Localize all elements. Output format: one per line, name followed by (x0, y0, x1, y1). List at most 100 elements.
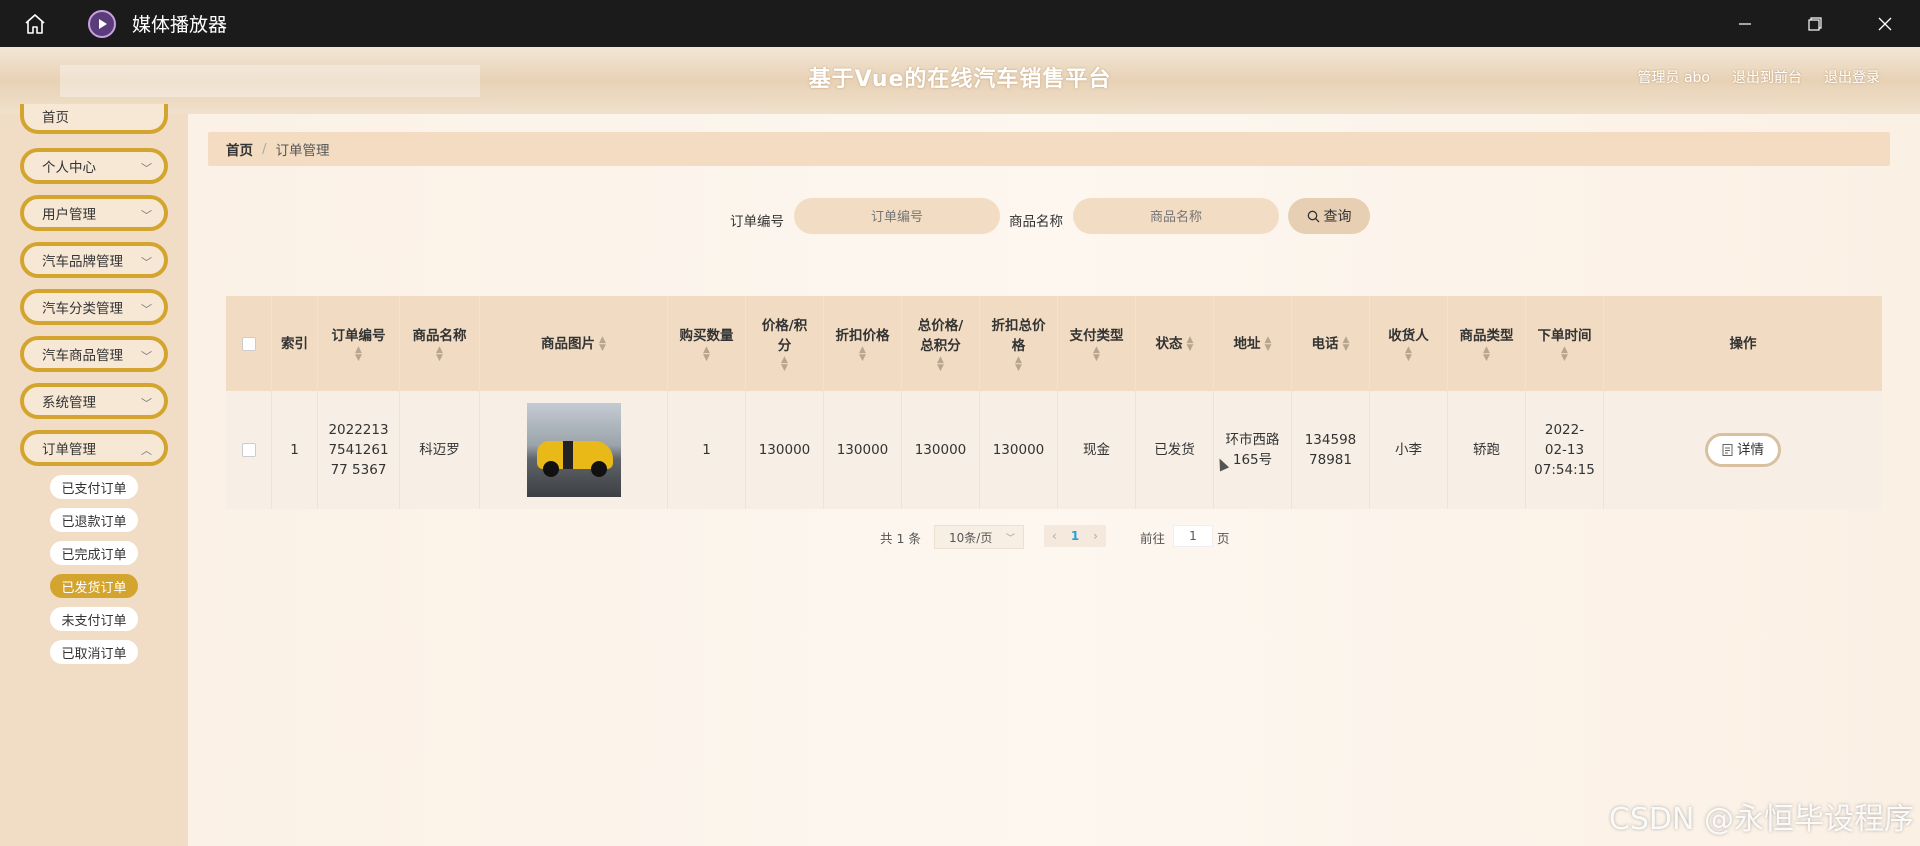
page-unit-label: 页 (1217, 531, 1230, 546)
breadcrumb-current: 订单管理 (275, 143, 330, 159)
cell-discount-price: 130000 (824, 391, 902, 509)
sidebar-item-category-management[interactable]: 汽车分类管理 ﹀ (20, 289, 168, 325)
sidebar-item-user-management[interactable]: 用户管理 ﹀ (20, 195, 168, 231)
sidebar-item-system-management[interactable]: 系统管理 ﹀ (20, 383, 168, 419)
minimize-button[interactable] (1710, 0, 1780, 47)
sort-icon[interactable]: ▲ ▼ (859, 345, 866, 362)
header-receiver[interactable]: 收货人 ▲ ▼ (1370, 296, 1448, 391)
header-status[interactable]: 状态 ▲ ▼ (1136, 296, 1214, 391)
header-label: 电话 (1311, 335, 1339, 352)
header-label: 商品类型 (1459, 327, 1514, 344)
chevron-down-icon: ﹀ (141, 397, 152, 410)
sidebar-item-product-management[interactable]: 汽车商品管理 ﹀ (20, 336, 168, 372)
cell-receiver: 小李 (1370, 391, 1448, 509)
header-order-no[interactable]: 订单编号 ▲ ▼ (318, 296, 400, 391)
sidebar-item-label: 汽车分类管理 (42, 301, 123, 317)
product-name-input[interactable] (1073, 198, 1279, 234)
header-total[interactable]: 总价格/总积分 ▲ ▼ (902, 296, 980, 391)
table-header: 索引 订单编号 ▲ ▼ 商品名称 ▲ ▼ 商品图片 ▲ ▼ 购买数量 ▲ ▼ 价格/积分 ▲ ▼ 折… (226, 296, 1882, 391)
home-button[interactable] (0, 0, 70, 47)
sort-icon[interactable]: ▲ ▼ (1093, 345, 1100, 362)
chevron-down-icon: ﹀ (141, 256, 152, 269)
current-page[interactable]: 1 (1071, 529, 1079, 543)
header-index: 索引 (272, 296, 318, 391)
restore-button[interactable] (1780, 0, 1850, 47)
sidebar-item-label: 用户管理 (42, 207, 96, 223)
search-icon (1307, 210, 1319, 222)
chevron-down-icon: ﹀ (141, 303, 152, 316)
submenu-unpaid-orders[interactable]: 未支付订单 (50, 607, 138, 631)
submenu-completed-orders[interactable]: 已完成订单 (50, 541, 138, 565)
sort-icon[interactable]: ▲ ▼ (703, 345, 710, 362)
sort-icon[interactable]: ▲ ▼ (1265, 335, 1272, 352)
sort-icon[interactable]: ▲ ▼ (1187, 335, 1194, 352)
page-size-select[interactable]: 10条/页 ﹀ (934, 525, 1024, 549)
submenu-refunded-orders[interactable]: 已退款订单 (50, 508, 138, 532)
prev-page-icon[interactable]: ‹ (1052, 529, 1057, 543)
sidebar-item-label: 个人中心 (42, 160, 96, 176)
order-no-label: 订单编号 (730, 214, 784, 230)
cell-order-no: 2022213754126177 5367 (318, 391, 400, 509)
sidebar-item-label: 汽车品牌管理 (42, 254, 123, 270)
logout-link[interactable]: 退出登录 (1824, 67, 1880, 87)
app-title: 基于Vue的在线汽车销售平台 (808, 67, 1112, 92)
watermark: CSDN @永恒毕设程序 (1608, 802, 1914, 837)
header-price[interactable]: 价格/积分 ▲ ▼ (746, 296, 824, 391)
cell-price: 130000 (746, 391, 824, 509)
row-checkbox[interactable] (241, 443, 256, 457)
sidebar-item-personal-center[interactable]: 个人中心 ﹀ (20, 148, 168, 184)
header-label: 折扣总价格 (991, 317, 1046, 354)
sort-icon[interactable]: ▲ ▼ (781, 355, 788, 372)
header-label: 商品图片 (541, 335, 596, 352)
submenu-cancelled-orders[interactable]: 已取消订单 (50, 640, 138, 664)
search-button-label: 查询 (1323, 209, 1352, 225)
header-product-image[interactable]: 商品图片 ▲ ▼ (480, 296, 668, 391)
header-actions: 操作 (1604, 296, 1882, 391)
search-button[interactable]: 查询 (1288, 198, 1370, 234)
table-row[interactable]: 1 2022213754126177 5367 科迈罗 1 130000 130… (226, 391, 1882, 509)
sidebar-item-order-management[interactable]: 订单管理 ︿ (20, 430, 168, 466)
close-button[interactable] (1850, 0, 1920, 47)
back-to-front-link[interactable]: 退出到前台 (1732, 67, 1802, 87)
sort-icon[interactable]: ▲ ▼ (1343, 335, 1350, 352)
header-discount-price[interactable]: 折扣价格 ▲ ▼ (824, 296, 902, 391)
sidebar: 首页 个人中心 ﹀ 用户管理 ﹀ 汽车品牌管理 ﹀ 汽车分类管理 ﹀ 汽车商品管… (0, 104, 188, 846)
cell-status: 已发货 (1136, 391, 1214, 509)
sidebar-item-home[interactable]: 首页 (20, 104, 168, 134)
sort-icon[interactable]: ▲ ▼ (355, 345, 362, 362)
goto-page-input[interactable]: 1 (1173, 525, 1213, 547)
sidebar-item-brand-management[interactable]: 汽车品牌管理 ﹀ (20, 242, 168, 278)
breadcrumb-home[interactable]: 首页 (226, 139, 253, 159)
header-phone[interactable]: 电话 ▲ ▼ (1292, 296, 1370, 391)
select-all-checkbox[interactable] (241, 336, 256, 351)
sort-icon[interactable]: ▲ ▼ (1015, 355, 1022, 372)
sort-icon[interactable]: ▲ ▼ (937, 355, 944, 372)
sort-icon[interactable]: ▲ ▼ (436, 345, 443, 362)
header-product-name[interactable]: 商品名称 ▲ ▼ (400, 296, 480, 391)
header-label: 支付类型 (1069, 327, 1124, 344)
header-product-type[interactable]: 商品类型 ▲ ▼ (1448, 296, 1526, 391)
submenu-shipped-orders[interactable]: 已发货订单 (50, 574, 138, 598)
cell-product-type: 轿跑 (1448, 391, 1526, 509)
next-page-icon[interactable]: › (1093, 529, 1098, 543)
header-pay-type[interactable]: 支付类型 ▲ ▼ (1058, 296, 1136, 391)
sort-icon[interactable]: ▲ ▼ (1483, 345, 1490, 362)
header-address[interactable]: 地址 ▲ ▼ (1214, 296, 1292, 391)
app-header: 基于Vue的在线汽车销售平台 管理员 abo 退出到前台 退出登录 (0, 47, 1920, 114)
header-order-time[interactable]: 下单时间 ▲ ▼ (1526, 296, 1604, 391)
chevron-down-icon: ﹀ (141, 209, 152, 222)
page-size-value: 10条/页 (949, 530, 993, 545)
header-quantity[interactable]: 购买数量 ▲ ▼ (668, 296, 746, 391)
cell-quantity: 1 (668, 391, 746, 509)
product-name-label: 商品名称 (1009, 214, 1063, 230)
submenu-paid-orders[interactable]: 已支付订单 (50, 475, 138, 499)
window-titlebar: 媒体播放器 (0, 0, 1920, 47)
detail-button-label: 详情 (1737, 442, 1764, 458)
header-discount-total[interactable]: 折扣总价格 ▲ ▼ (980, 296, 1058, 391)
sort-icon[interactable]: ▲ ▼ (599, 335, 606, 352)
product-image[interactable] (526, 403, 621, 497)
sort-icon[interactable]: ▲ ▼ (1405, 345, 1412, 362)
order-no-input[interactable] (794, 198, 1000, 234)
detail-button[interactable]: 详情 (1705, 433, 1781, 467)
sort-icon[interactable]: ▲ ▼ (1561, 345, 1568, 362)
